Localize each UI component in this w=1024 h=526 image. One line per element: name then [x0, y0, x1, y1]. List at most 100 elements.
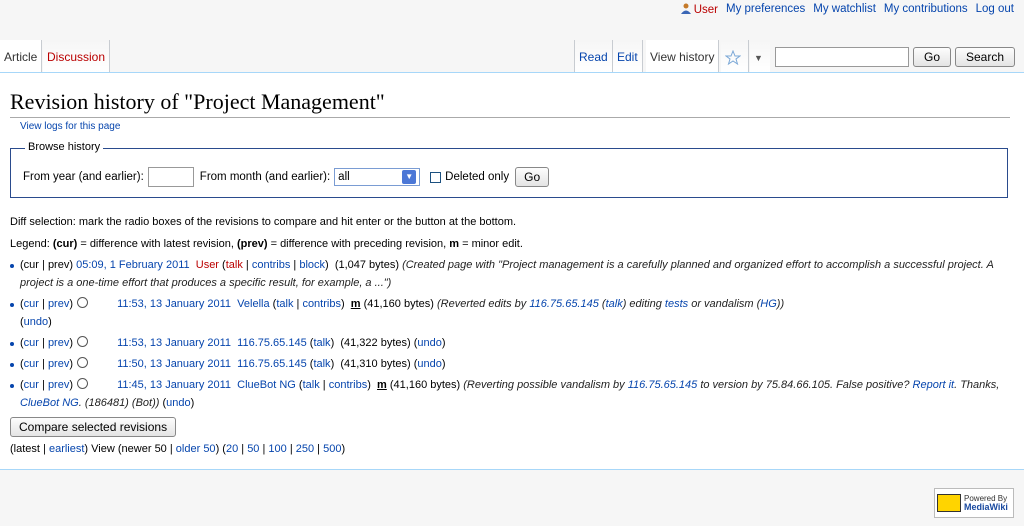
revision-size: (41,160 bytes) — [389, 379, 461, 391]
revision-user-link[interactable]: ClueBot NG — [237, 379, 296, 391]
tab-article[interactable]: Article — [0, 40, 43, 72]
cur-link[interactable]: cur — [24, 358, 39, 370]
diff-radio[interactable] — [77, 297, 89, 308]
user-talk-link[interactable]: talk — [313, 358, 330, 370]
view-logs-link[interactable]: View logs for this page — [20, 121, 1014, 132]
legend-m-desc: = minor edit. — [459, 238, 523, 250]
revision-date-link[interactable]: 11:50, 13 January 2011 — [117, 358, 231, 370]
undo-link[interactable]: undo — [417, 337, 441, 349]
user-contribs-link[interactable]: contribs — [302, 298, 341, 310]
revision-user-link[interactable]: 116.75.65.145 — [237, 358, 307, 370]
revision-date-link[interactable]: 11:53, 13 January 2011 — [117, 298, 231, 310]
tab-view-history[interactable]: View history — [646, 40, 720, 72]
comment-part: ) editing — [622, 298, 665, 310]
tab-discussion[interactable]: Discussion — [43, 40, 111, 72]
tab-edit-label: Edit — [617, 50, 638, 64]
revision-size: (41,310 bytes) — [340, 358, 411, 370]
search-input[interactable] — [775, 47, 909, 67]
user-talk-link[interactable]: talk — [313, 337, 330, 349]
search-button[interactable]: Search — [955, 47, 1015, 67]
diff-radio[interactable] — [77, 378, 89, 389]
list-item: (cur | prev) 05:09, 1 February 2011 User… — [10, 256, 1014, 292]
paging-20-link[interactable]: 20 — [226, 443, 238, 455]
revision-size: (1,047 bytes) — [334, 259, 400, 271]
minor-edit-marker: m — [377, 379, 387, 391]
paging-250-link[interactable]: 250 — [296, 443, 314, 455]
paging-earliest-link[interactable]: earliest — [49, 443, 84, 455]
legend-m: m — [449, 238, 460, 250]
tests-link[interactable]: tests — [665, 298, 688, 310]
search-area: Go Search — [775, 47, 1015, 67]
tab-view-history-label: View history — [650, 50, 715, 64]
browse-go-button[interactable]: Go — [515, 167, 550, 187]
diff-radio[interactable] — [77, 336, 89, 347]
browse-history-legend: Browse history — [25, 141, 104, 153]
preferences-link[interactable]: My preferences — [726, 3, 805, 16]
tab-edit[interactable]: Edit — [613, 40, 643, 72]
month-select[interactable]: all ▼ — [334, 168, 421, 186]
logout-link[interactable]: Log out — [976, 3, 1014, 16]
ip-link[interactable]: 116.75.65.145 — [529, 298, 599, 310]
cur-link[interactable]: cur — [24, 298, 39, 310]
user-link[interactable]: User — [694, 4, 718, 16]
undo-link[interactable]: undo — [417, 358, 441, 370]
revision-date-link[interactable]: 11:45, 13 January 2011 — [117, 379, 231, 391]
paging-500-link[interactable]: 500 — [323, 443, 341, 455]
chevron-down-icon: ▼ — [754, 53, 763, 63]
paging-100-link[interactable]: 100 — [268, 443, 286, 455]
user-talk-link[interactable]: talk — [276, 298, 293, 310]
tab-article-label: Article — [4, 50, 38, 64]
mediawiki-logo-icon — [937, 494, 961, 512]
paging-older-link[interactable]: older 50 — [176, 443, 216, 455]
search-go-button[interactable]: Go — [913, 47, 951, 67]
ip-talk-link[interactable]: talk — [606, 298, 623, 310]
undo-link[interactable]: undo — [24, 316, 48, 328]
user-block-link[interactable]: block — [299, 259, 325, 271]
user-contribs-link[interactable]: contribs — [329, 379, 368, 391]
undo-link[interactable]: undo — [166, 397, 190, 409]
more-actions[interactable]: ▼ — [750, 40, 770, 72]
ip-link[interactable]: 116.75.65.145 — [628, 379, 698, 391]
month-select-value: all — [338, 171, 350, 183]
cur-link[interactable]: cur — [24, 379, 39, 391]
prev-text: prev — [47, 259, 70, 271]
revision-date-link[interactable]: 05:09, 1 February 2011 — [76, 259, 190, 271]
user-talk-link[interactable]: talk — [303, 379, 320, 391]
powered-by-mediawiki-badge[interactable]: Powered By MediaWiki — [934, 488, 1014, 518]
diff-selection-info: Diff selection: mark the radio boxes of … — [10, 216, 517, 228]
prev-link[interactable]: prev — [48, 379, 69, 391]
comment-part: . Thanks, — [954, 379, 1000, 391]
prev-link[interactable]: prev — [48, 358, 69, 370]
list-item: (cur | prev) 11:53, 13 January 2011 Vele… — [10, 295, 1014, 331]
paging-50-link[interactable]: 50 — [247, 443, 259, 455]
paging-latest: latest — [13, 443, 40, 455]
prev-link[interactable]: prev — [48, 337, 69, 349]
prev-link[interactable]: prev — [48, 298, 69, 310]
revision-user-link[interactable]: Velella — [237, 298, 269, 310]
year-label: From year (and earlier): — [23, 171, 144, 183]
paging-view-label: View — [91, 443, 115, 455]
list-item: (cur | prev) 11:50, 13 January 2011 116.… — [10, 355, 1014, 373]
revision-comment: (Reverted edits by 116.75.65.145 (talk) … — [436, 298, 785, 310]
cluebot-link[interactable]: ClueBot NG — [20, 397, 79, 409]
watch-star[interactable] — [721, 40, 749, 72]
user-contribs-link[interactable]: contribs — [252, 259, 291, 271]
diff-radio[interactable] — [77, 357, 89, 368]
user-link-wrap[interactable]: User — [680, 3, 718, 16]
hg-link[interactable]: HG — [760, 298, 777, 310]
comment-part: to version by 75.84.66.105. False positi… — [697, 379, 913, 391]
revision-date-link[interactable]: 11:53, 13 January 2011 — [117, 337, 231, 349]
compare-revisions-button[interactable]: Compare selected revisions — [10, 417, 177, 437]
watchlist-link[interactable]: My watchlist — [813, 3, 876, 16]
year-input[interactable] — [147, 167, 194, 187]
tab-read[interactable]: Read — [574, 40, 613, 72]
revision-user-link[interactable]: User — [196, 259, 219, 271]
cur-text: cur — [23, 259, 39, 271]
revision-user-link[interactable]: 116.75.65.145 — [237, 337, 307, 349]
report-link[interactable]: Report it — [913, 379, 955, 391]
deleted-only-checkbox[interactable] — [430, 171, 442, 183]
cur-link[interactable]: cur — [24, 337, 39, 349]
page-title: Revision history of "Project Management" — [10, 89, 1010, 118]
user-talk-link[interactable]: talk — [226, 259, 243, 271]
contributions-link[interactable]: My contributions — [884, 3, 968, 16]
